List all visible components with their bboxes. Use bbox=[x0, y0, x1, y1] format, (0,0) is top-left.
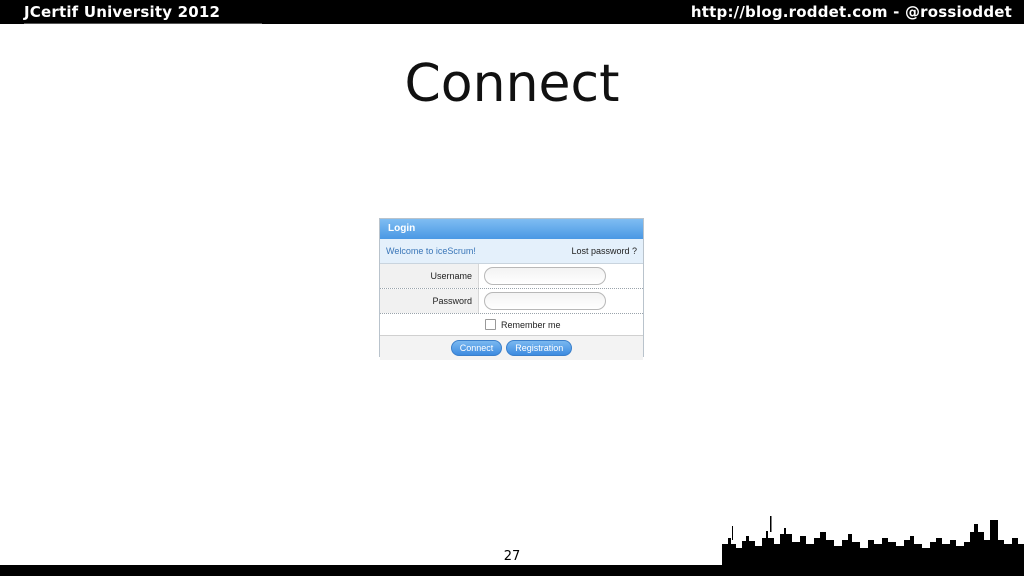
password-input[interactable] bbox=[484, 292, 606, 310]
connect-button[interactable]: Connect bbox=[450, 340, 503, 356]
author-contact: http://blog.roddet.com - @rossioddet bbox=[690, 3, 1012, 21]
slide-header-bar: JCertif University 2012 http://blog.rodd… bbox=[0, 0, 1024, 24]
remember-row: Remember me bbox=[380, 314, 643, 336]
password-label: Password bbox=[380, 289, 479, 313]
username-field-cell bbox=[479, 264, 643, 288]
login-actions: Connect Registration bbox=[380, 336, 643, 360]
username-input[interactable] bbox=[484, 267, 606, 285]
city-skyline-illustration bbox=[722, 516, 1024, 566]
conference-title: JCertif University 2012 bbox=[24, 3, 221, 21]
login-subheader: Welcome to iceScrum! Lost password ? bbox=[380, 239, 643, 264]
login-header: Login bbox=[380, 219, 643, 239]
remember-me-checkbox[interactable] bbox=[485, 319, 496, 330]
lost-password-link[interactable]: Lost password ? bbox=[571, 239, 637, 263]
username-row: Username bbox=[380, 264, 643, 289]
slide-title: Connect bbox=[404, 54, 620, 114]
registration-button[interactable]: Registration bbox=[506, 340, 573, 356]
password-row: Password bbox=[380, 289, 643, 314]
login-panel: Login Welcome to iceScrum! Lost password… bbox=[379, 218, 644, 360]
password-field-cell bbox=[479, 289, 643, 313]
welcome-text: Welcome to iceScrum! bbox=[386, 246, 476, 256]
header-underline bbox=[24, 23, 262, 24]
remember-me-label[interactable]: Remember me bbox=[501, 320, 561, 330]
slide-footer-bar bbox=[0, 565, 1024, 576]
username-label: Username bbox=[380, 264, 479, 288]
